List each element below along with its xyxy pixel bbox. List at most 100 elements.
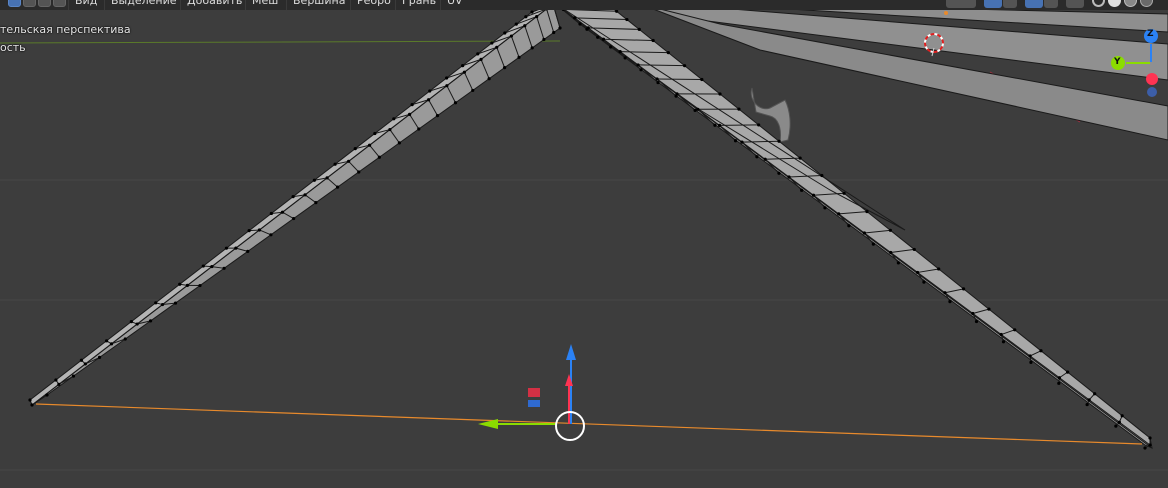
right-beam-vertex <box>1085 402 1089 407</box>
gizmo-dropdown-icon[interactable] <box>1003 0 1017 8</box>
right-beam-vertex <box>1087 398 1091 402</box>
menu-vertex[interactable]: Вершина <box>286 0 351 10</box>
left-beam-vertex <box>325 176 329 180</box>
selectability-visibility-icon[interactable] <box>946 0 976 8</box>
left-beam-vertex <box>445 76 449 80</box>
rendered-shading-icon[interactable] <box>1140 0 1153 7</box>
right-beam-vertex <box>700 77 704 82</box>
show-overlays-icon[interactable] <box>1025 0 1043 8</box>
left-beam-vertex <box>524 15 528 19</box>
left-beam-vertex <box>410 103 414 107</box>
left-beam-vertex <box>247 229 251 233</box>
right-beam-vertex <box>1093 392 1097 396</box>
left-beam-vertex <box>397 141 401 145</box>
right-beam-vertex <box>1001 340 1006 344</box>
menu-uv[interactable]: UV <box>440 0 469 10</box>
left-beam-vertex <box>201 264 205 268</box>
right-beam-vertex <box>656 80 660 85</box>
left-beam-vertex <box>428 89 432 93</box>
left-beam-vertex <box>517 55 521 59</box>
left-beam-vertex <box>509 34 513 38</box>
right-beam-vertex <box>618 50 622 54</box>
left-beam-vertex <box>269 233 273 237</box>
left-beam-vertex <box>198 283 202 288</box>
overlays-dropdown-icon[interactable] <box>1044 0 1058 8</box>
menu-add[interactable]: Добавить <box>180 0 248 10</box>
right-beam-vertex <box>717 123 722 128</box>
transform-gizmo[interactable] <box>478 344 585 441</box>
left-beam-vertex <box>79 358 84 362</box>
left-beam-vertex <box>461 63 465 68</box>
left-beam-vertex <box>135 322 139 326</box>
viewport-canvas[interactable] <box>0 0 1168 488</box>
right-beam-vertex <box>847 224 851 228</box>
left-beam-vertex <box>514 22 518 26</box>
menu-view[interactable]: Вид <box>68 0 103 10</box>
right-beam-vertex <box>871 242 875 246</box>
horizon-green-axis <box>0 40 561 44</box>
left-beam-vertex <box>154 301 158 305</box>
left-beam-vertex <box>292 216 296 221</box>
right-beam-vertex <box>811 193 816 197</box>
left-beam-vertex <box>373 131 377 136</box>
left-beam-vertex <box>234 246 238 250</box>
plane-handle-red-icon <box>528 388 540 397</box>
menu-mesh[interactable]: Меш <box>245 0 284 10</box>
right-beam-vertex <box>777 171 781 175</box>
left-beam-vertex <box>160 302 165 307</box>
show-gizmo-icon[interactable] <box>984 0 1002 8</box>
left-beam-vertex <box>558 26 562 30</box>
left-beam-vertex <box>30 403 34 407</box>
right-beam-vertex <box>896 261 900 265</box>
gizmo-z-label: Z <box>1147 29 1154 39</box>
left-beam-vertex <box>367 143 372 147</box>
left-beam-vertex <box>291 195 295 199</box>
z-axis-arrow-icon <box>566 344 576 360</box>
right-beam-vertex <box>915 270 920 275</box>
wireframe-shading-icon[interactable] <box>1092 0 1105 7</box>
left-beam-vertex <box>57 382 61 386</box>
left-beam-vertex <box>104 339 109 343</box>
menu-select[interactable]: Выделение <box>104 0 183 10</box>
mesh-vertices[interactable] <box>28 2 1152 450</box>
right-beam-vertex <box>757 123 761 127</box>
right-beam-vertex <box>737 107 741 111</box>
left-beam[interactable] <box>29 3 561 406</box>
solid-shading-icon[interactable] <box>1108 0 1121 7</box>
left-beam-vertex <box>71 374 76 378</box>
left-beam-vertex <box>502 66 507 70</box>
right-beam-vertex <box>637 27 641 32</box>
view-name-text: тельская перспектива <box>0 23 131 36</box>
left-beam-vertex <box>353 147 357 151</box>
right-beam-vertex <box>1039 349 1043 353</box>
left-beam-vertex <box>222 266 226 270</box>
right-beam-vertex <box>922 280 926 284</box>
menu-edge[interactable]: Ребро <box>350 0 397 10</box>
left-beam-vertex <box>109 342 114 346</box>
right-beam-vertex <box>842 191 846 195</box>
select-extend-mode-icon[interactable] <box>23 0 36 7</box>
3d-viewport[interactable]: Z Y Вид Выделение Добавить Меш Вершина Р… <box>0 0 1168 488</box>
left-beam-vertex <box>552 30 556 35</box>
gizmo-neg-z-icon <box>1147 87 1157 97</box>
right-beam-vertex <box>596 35 600 39</box>
left-beam-vertex <box>530 46 534 50</box>
xray-toggle-icon[interactable] <box>1066 0 1084 8</box>
left-beam-vertex <box>490 41 494 45</box>
select-box-mode-icon[interactable] <box>8 0 21 7</box>
left-beam-vertex <box>523 24 527 28</box>
left-beam-vertex <box>54 378 58 382</box>
left-beam-vertex <box>435 114 440 118</box>
right-beam-vertex <box>862 231 867 235</box>
right-beam-vertex <box>823 206 827 210</box>
select-invert-mode-icon[interactable] <box>53 0 66 7</box>
left-beam-vertex <box>476 52 480 56</box>
material-preview-shading-icon[interactable] <box>1124 0 1137 7</box>
right-beam-vertex <box>820 173 824 178</box>
right-beam-vertex <box>1057 376 1061 380</box>
left-beam-vertex <box>542 37 546 42</box>
select-subtract-mode-icon[interactable] <box>38 0 51 7</box>
left-beam-vertex <box>303 193 307 197</box>
left-beam-vertex <box>417 127 421 131</box>
menu-face[interactable]: Грань <box>395 0 442 10</box>
